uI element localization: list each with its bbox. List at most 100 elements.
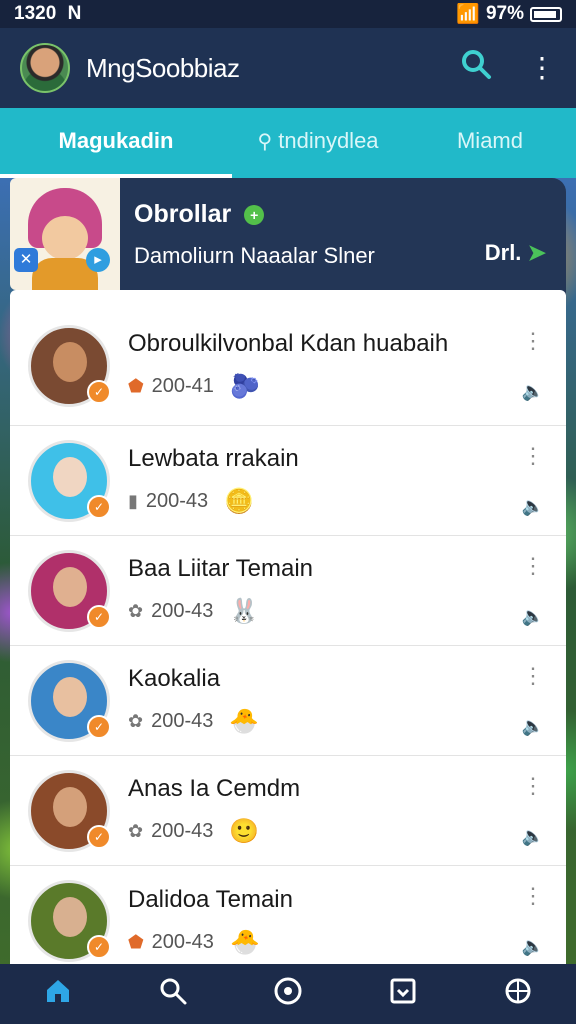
send-icon: ➤: [527, 240, 546, 265]
chat-list: ✓ Obroulkilvonbal Kdan huabaih ⬟ 200-41 …: [10, 290, 566, 964]
search-icon[interactable]: [460, 48, 492, 88]
list-item[interactable]: ✓ Lewbata rrakain ▮ 200-43 🪙 ⋮ 🔈: [10, 426, 566, 536]
avatar: ✓: [28, 659, 111, 742]
item-meta-text: 200-43: [151, 710, 214, 732]
battery-text: 97%: [485, 3, 524, 24]
search-nav-icon[interactable]: [158, 976, 188, 1013]
more-icon[interactable]: ⋮: [522, 444, 544, 467]
mute-icon[interactable]: 🔈: [522, 606, 544, 627]
tools-icon: ✕: [14, 248, 38, 272]
item-text: Baa Liitar Temain ✿ 200-43 🐰: [128, 555, 518, 626]
list-item[interactable]: ✓ Kaokalia ✿ 200-43 🐣 ⋮ 🔈: [10, 646, 566, 756]
avatar: ✓: [28, 439, 111, 522]
people-icon: ⚲: [257, 131, 273, 153]
featured-tag-text: Drl.: [484, 240, 522, 265]
settings-icon[interactable]: [503, 976, 533, 1013]
home-icon[interactable]: [43, 976, 73, 1013]
more-icon[interactable]: ⋮: [522, 664, 544, 687]
status-badge: ✓: [87, 379, 111, 404]
chat-icon: ▮: [128, 491, 138, 511]
inbox-icon[interactable]: [388, 976, 418, 1013]
list-item[interactable]: ✓ Dalidoa Temain ⬟ 200-43 🐣 ⋮ 🔈: [10, 866, 566, 964]
status-right: 📶 97%: [456, 2, 562, 26]
shield-icon: ⬟: [128, 376, 144, 396]
gear-icon: ✿: [128, 601, 144, 621]
avatar: ✓: [28, 549, 111, 632]
shield-icon: ⬟: [128, 931, 144, 952]
avatar: ✓: [28, 769, 111, 852]
item-text: Kaokalia ✿ 200-43 🐣: [128, 665, 518, 736]
item-meta: ⬟ 200-41 🫐: [128, 372, 518, 401]
gear-icon: ✿: [128, 711, 144, 731]
item-name: Baa Liitar Temain: [128, 555, 313, 582]
battery-icon: [530, 6, 562, 22]
profile-avatar[interactable]: [20, 43, 70, 93]
more-icon[interactable]: ⋮: [522, 329, 544, 352]
mute-icon[interactable]: 🔈: [522, 381, 544, 402]
featured-title-text: Obrollar: [134, 200, 232, 228]
mute-icon[interactable]: 🔈: [522, 496, 544, 517]
app-bar: MngSoobbiaz ⋮: [0, 28, 576, 108]
status-badge: ✓: [87, 604, 111, 629]
mute-icon[interactable]: 🔈: [522, 936, 544, 957]
item-actions: ⋮ 🔈: [518, 444, 548, 517]
list-item[interactable]: ✓ Obroulkilvonbal Kdan huabaih ⬟ 200-41 …: [10, 290, 566, 426]
status-badge: ✓: [87, 494, 111, 519]
sticker-icon: 🫐: [229, 373, 260, 400]
item-meta-text: 200-43: [151, 820, 214, 842]
featured-tag: Drl. ➤: [485, 240, 546, 266]
tab-status[interactable]: ⚲ tndinydlea: [232, 108, 404, 178]
wifi-icon: 📶: [456, 4, 480, 25]
item-name: Lewbata rrakain: [128, 445, 299, 472]
item-meta: ▮ 200-43 🪙: [128, 487, 518, 516]
featured-thumbnail: ✕ ▸: [10, 178, 120, 290]
app-title: MngSoobbiaz: [86, 52, 240, 83]
sticker-icon: 🐰: [229, 598, 260, 625]
sticker-icon: 🙂: [229, 818, 260, 845]
mute-icon[interactable]: 🔈: [522, 826, 544, 847]
list-item[interactable]: ✓ Anas Ia Cemdm ✿ 200-43 🙂 ⋮ 🔈: [10, 756, 566, 866]
item-name: Anas Ia Cemdm: [128, 775, 301, 802]
status-badge: ✓: [87, 824, 111, 849]
mute-icon[interactable]: 🔈: [522, 716, 544, 737]
tab-bar: Magukadin ⚲ tndinydlea Miamd: [0, 108, 576, 178]
compass-icon[interactable]: [273, 976, 303, 1013]
item-meta: ✿ 200-43 🙂: [128, 817, 518, 846]
status-bar: 1320 N 📶 97%: [0, 0, 576, 28]
sticker-icon: 🪙: [224, 488, 255, 515]
item-text: Anas Ia Cemdm ✿ 200-43 🙂: [128, 775, 518, 846]
item-meta-text: 200-41: [151, 375, 214, 397]
status-badge: ✓: [87, 935, 111, 959]
item-name: Kaokalia: [128, 665, 221, 692]
status-left: 1320 N: [14, 3, 81, 25]
tab-chats[interactable]: Magukadin: [0, 108, 232, 178]
play-icon: ▸: [86, 248, 110, 272]
sticker-icon: 🐣: [229, 928, 260, 956]
sticker-icon: 🐣: [229, 708, 260, 735]
overflow-menu-icon[interactable]: ⋮: [528, 54, 556, 82]
item-text: Lewbata rrakain ▮ 200-43 🪙: [128, 445, 518, 516]
item-actions: ⋮ 🔈: [518, 664, 548, 737]
item-actions: ⋮ 🔈: [518, 774, 548, 847]
item-meta: ✿ 200-43 🐣: [128, 707, 518, 736]
list-item[interactable]: ✓ Baa Liitar Temain ✿ 200-43 🐰 ⋮ 🔈: [10, 536, 566, 646]
featured-body: Obrollar + Damoliurn Naaalar Slner Drl. …: [120, 178, 566, 298]
carrier-icon: N: [67, 3, 82, 24]
more-icon[interactable]: ⋮: [522, 554, 544, 577]
bottom-nav: [0, 964, 576, 1024]
more-icon[interactable]: ⋮: [522, 774, 544, 797]
item-name: Obroulkilvonbal Kdan huabaih: [128, 330, 449, 357]
item-meta-text: 200-43: [151, 600, 214, 622]
more-icon[interactable]: ⋮: [522, 885, 544, 907]
featured-chat[interactable]: ✕ ▸ Obrollar + Damoliurn Naaalar Slner D…: [10, 178, 566, 298]
tab-status-label: tndinydlea: [278, 128, 379, 153]
avatar: ✓: [28, 324, 111, 407]
avatar: ✓: [28, 880, 111, 962]
item-actions: ⋮ 🔈: [518, 554, 548, 627]
tab-calls[interactable]: Miamd: [404, 108, 576, 178]
avatar-face: [53, 341, 87, 382]
status-badge: ✓: [87, 714, 111, 739]
item-text: Obroulkilvonbal Kdan huabaih ⬟ 200-41 🫐: [128, 330, 518, 401]
item-meta-text: 200-43: [145, 490, 209, 512]
featured-title: Obrollar +: [134, 200, 546, 229]
